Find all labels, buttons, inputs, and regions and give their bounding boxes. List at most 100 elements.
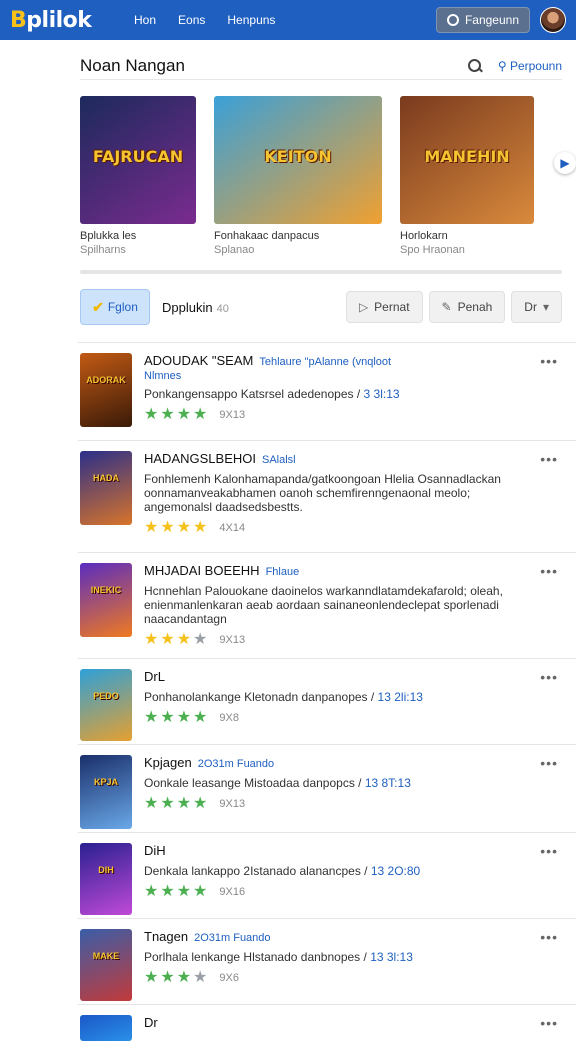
star-icon: ★: [160, 631, 175, 648]
game-rating: ★ ★ ★ ★ 9X6: [144, 970, 536, 986]
game-title-text: DrL: [144, 669, 165, 684]
star-icon: ★: [176, 519, 192, 536]
more-options-icon[interactable]: •••: [540, 353, 558, 369]
filter-tab[interactable]: Dpplukin 40: [162, 300, 229, 315]
game-row[interactable]: INEKIC MHJADAI BOEEHH Fhlaue Hcnnehlan Pa…: [78, 552, 576, 658]
game-thumbnail[interactable]: KPJA: [80, 755, 132, 829]
star-icon: ★: [193, 519, 208, 536]
more-options-icon[interactable]: •••: [540, 843, 558, 859]
game-row[interactable]: DIH DiH Denkala lankappo 2Istanado alana…: [78, 832, 576, 918]
featured-card[interactable]: FAJRUCAN Bplukka les Spilharns: [80, 96, 196, 256]
more-options-icon[interactable]: •••: [540, 755, 558, 771]
game-meta: 13 2O:80: [370, 864, 421, 878]
game-thumbnail[interactable]: MAKE: [80, 929, 132, 1001]
game-title-text: ADOUDAK "SEAM: [144, 353, 254, 368]
game-thumbnail[interactable]: DIH: [80, 843, 132, 915]
game-thumbnail-label: PEDO: [93, 690, 119, 701]
star-icon: ★: [176, 406, 192, 423]
game-title[interactable]: ADOUDAK "SEAM Tehlaure "pAlanne (vnqloot: [144, 353, 536, 370]
game-thumbnail[interactable]: INEKIC: [80, 563, 132, 637]
game-thumbnail[interactable]: HADA: [80, 451, 132, 525]
star-icon: ★: [160, 709, 175, 726]
star-icon: ★: [144, 969, 159, 986]
game-rating: ★ ★ ★ ★ 9X13: [144, 632, 536, 648]
sort-button[interactable]: ▷ Pernat: [345, 291, 423, 323]
star-icon: ★: [193, 969, 208, 986]
carousel-scrollbar[interactable]: [80, 270, 562, 274]
star-icon: ★: [144, 883, 159, 900]
game-rating-text: 4X14: [219, 522, 246, 534]
check-icon: ✔: [92, 298, 104, 315]
star-icon: ★: [193, 709, 208, 726]
logo-text: plilok: [26, 7, 92, 33]
game-rating-text: 9X16: [219, 886, 246, 898]
featured-card-image[interactable]: KEITON: [214, 96, 382, 224]
logo-initial: B: [10, 7, 27, 33]
game-thumbnail[interactable]: ADORAK: [80, 353, 132, 427]
featured-card-title[interactable]: Horlokarn: [400, 230, 534, 242]
star-icon: ★: [160, 795, 175, 812]
search-icon[interactable]: [467, 58, 482, 73]
game-title-text: Dr: [144, 1015, 158, 1030]
game-title[interactable]: DrL: [144, 669, 536, 686]
game-meta: 13 8T:13: [364, 776, 411, 790]
sort-button-label: Pernat: [374, 300, 410, 314]
game-row[interactable]: KPJA Kpjagen 2O31m Fuando Oonkale leasang…: [78, 744, 576, 832]
user-avatar[interactable]: [540, 7, 566, 33]
game-tag: 2O31m Fuando: [197, 758, 275, 770]
game-row[interactable]: MAKE Tnagen 2O31m Fuando Porlhala lenkang…: [78, 918, 576, 1004]
edit-button-label: Penah: [457, 300, 493, 314]
filter-active-button[interactable]: ✔ Fglon: [80, 289, 150, 325]
more-options-icon[interactable]: •••: [540, 451, 558, 467]
view-dropdown[interactable]: Dr ▾: [511, 291, 562, 323]
star-icon: ★: [144, 709, 159, 726]
featured-card-title[interactable]: Bplukka les: [80, 230, 196, 242]
game-row[interactable]: Dr •••: [78, 1004, 576, 1044]
star-icon: ★: [144, 406, 159, 423]
game-rating: ★ ★ ★ ★ 9X8: [144, 710, 536, 726]
more-options-icon[interactable]: •••: [540, 669, 558, 685]
game-info: ADOUDAK "SEAM Tehlaure "pAlanne (vnqloot …: [144, 353, 536, 423]
game-thumbnail[interactable]: [80, 1015, 132, 1041]
game-tag: Fhlaue: [265, 566, 300, 578]
game-title[interactable]: DiH: [144, 843, 536, 860]
more-options-icon[interactable]: •••: [540, 1015, 558, 1031]
game-rating: ★ ★ ★ ★ 9X13: [144, 796, 536, 812]
nav-item-2[interactable]: Eons: [178, 13, 205, 27]
star-icon: ★: [160, 519, 175, 536]
game-title[interactable]: MHJADAI BOEEHH Fhlaue: [144, 563, 536, 580]
game-description-text: Denkala lankappo 2Istanado alanancpes /: [144, 864, 368, 878]
game-title[interactable]: HADANGSLBEHOI SAlalsl: [144, 451, 536, 468]
edit-button[interactable]: ✎ Penah: [428, 291, 506, 323]
app-logo[interactable]: Bplilok: [10, 8, 128, 33]
section-link[interactable]: ⚲ Perpounn: [498, 59, 562, 73]
game-thumbnail-label: ADORAK: [86, 375, 126, 386]
game-thumbnail-label: HADA: [93, 473, 119, 484]
featured-card-image[interactable]: MANEHIN: [400, 96, 534, 224]
more-options-icon[interactable]: •••: [540, 929, 558, 945]
nav-item-3[interactable]: Henpuns: [227, 13, 275, 27]
header-action-button[interactable]: Fangeunn: [435, 7, 530, 33]
featured-card-art-title: FAJRUCAN: [92, 147, 184, 167]
main-nav: Hon Eons Henpuns: [134, 13, 275, 27]
game-row[interactable]: HADA HADANGSLBEHOI SAlalsl Fonhlemenh Kal…: [78, 440, 576, 552]
game-title[interactable]: Kpjagen 2O31m Fuando: [144, 755, 536, 772]
featured-card[interactable]: KEITON Fonhakaac danpacus Splanao: [214, 96, 382, 256]
star-icon: ★: [160, 883, 175, 900]
featured-card[interactable]: MANEHIN Horlokarn Spo Hraonan: [400, 96, 534, 256]
star-icon: ★: [176, 883, 192, 900]
game-row[interactable]: PEDO DrL Ponhanolankange Kletonadn danpa…: [78, 658, 576, 744]
more-options-icon[interactable]: •••: [540, 563, 558, 579]
featured-card-title[interactable]: Fonhakaac danpacus: [214, 230, 382, 242]
carousel-next-button[interactable]: ▶: [554, 152, 576, 174]
game-title-text: Kpjagen: [144, 755, 192, 770]
game-thumbnail-label: MAKE: [92, 950, 120, 961]
game-row[interactable]: ADORAK ADOUDAK "SEAM Tehlaure "pAlanne (v…: [78, 342, 576, 440]
star-icon: ★: [193, 406, 208, 423]
game-description: Porlhala lenkange Hlstanado danbnopes / …: [144, 950, 536, 964]
nav-item-1[interactable]: Hon: [134, 13, 156, 27]
game-title[interactable]: Tnagen 2O31m Fuando: [144, 929, 536, 946]
game-thumbnail[interactable]: PEDO: [80, 669, 132, 741]
game-rating-text: 9X13: [219, 409, 246, 421]
featured-card-image[interactable]: FAJRUCAN: [80, 96, 196, 224]
